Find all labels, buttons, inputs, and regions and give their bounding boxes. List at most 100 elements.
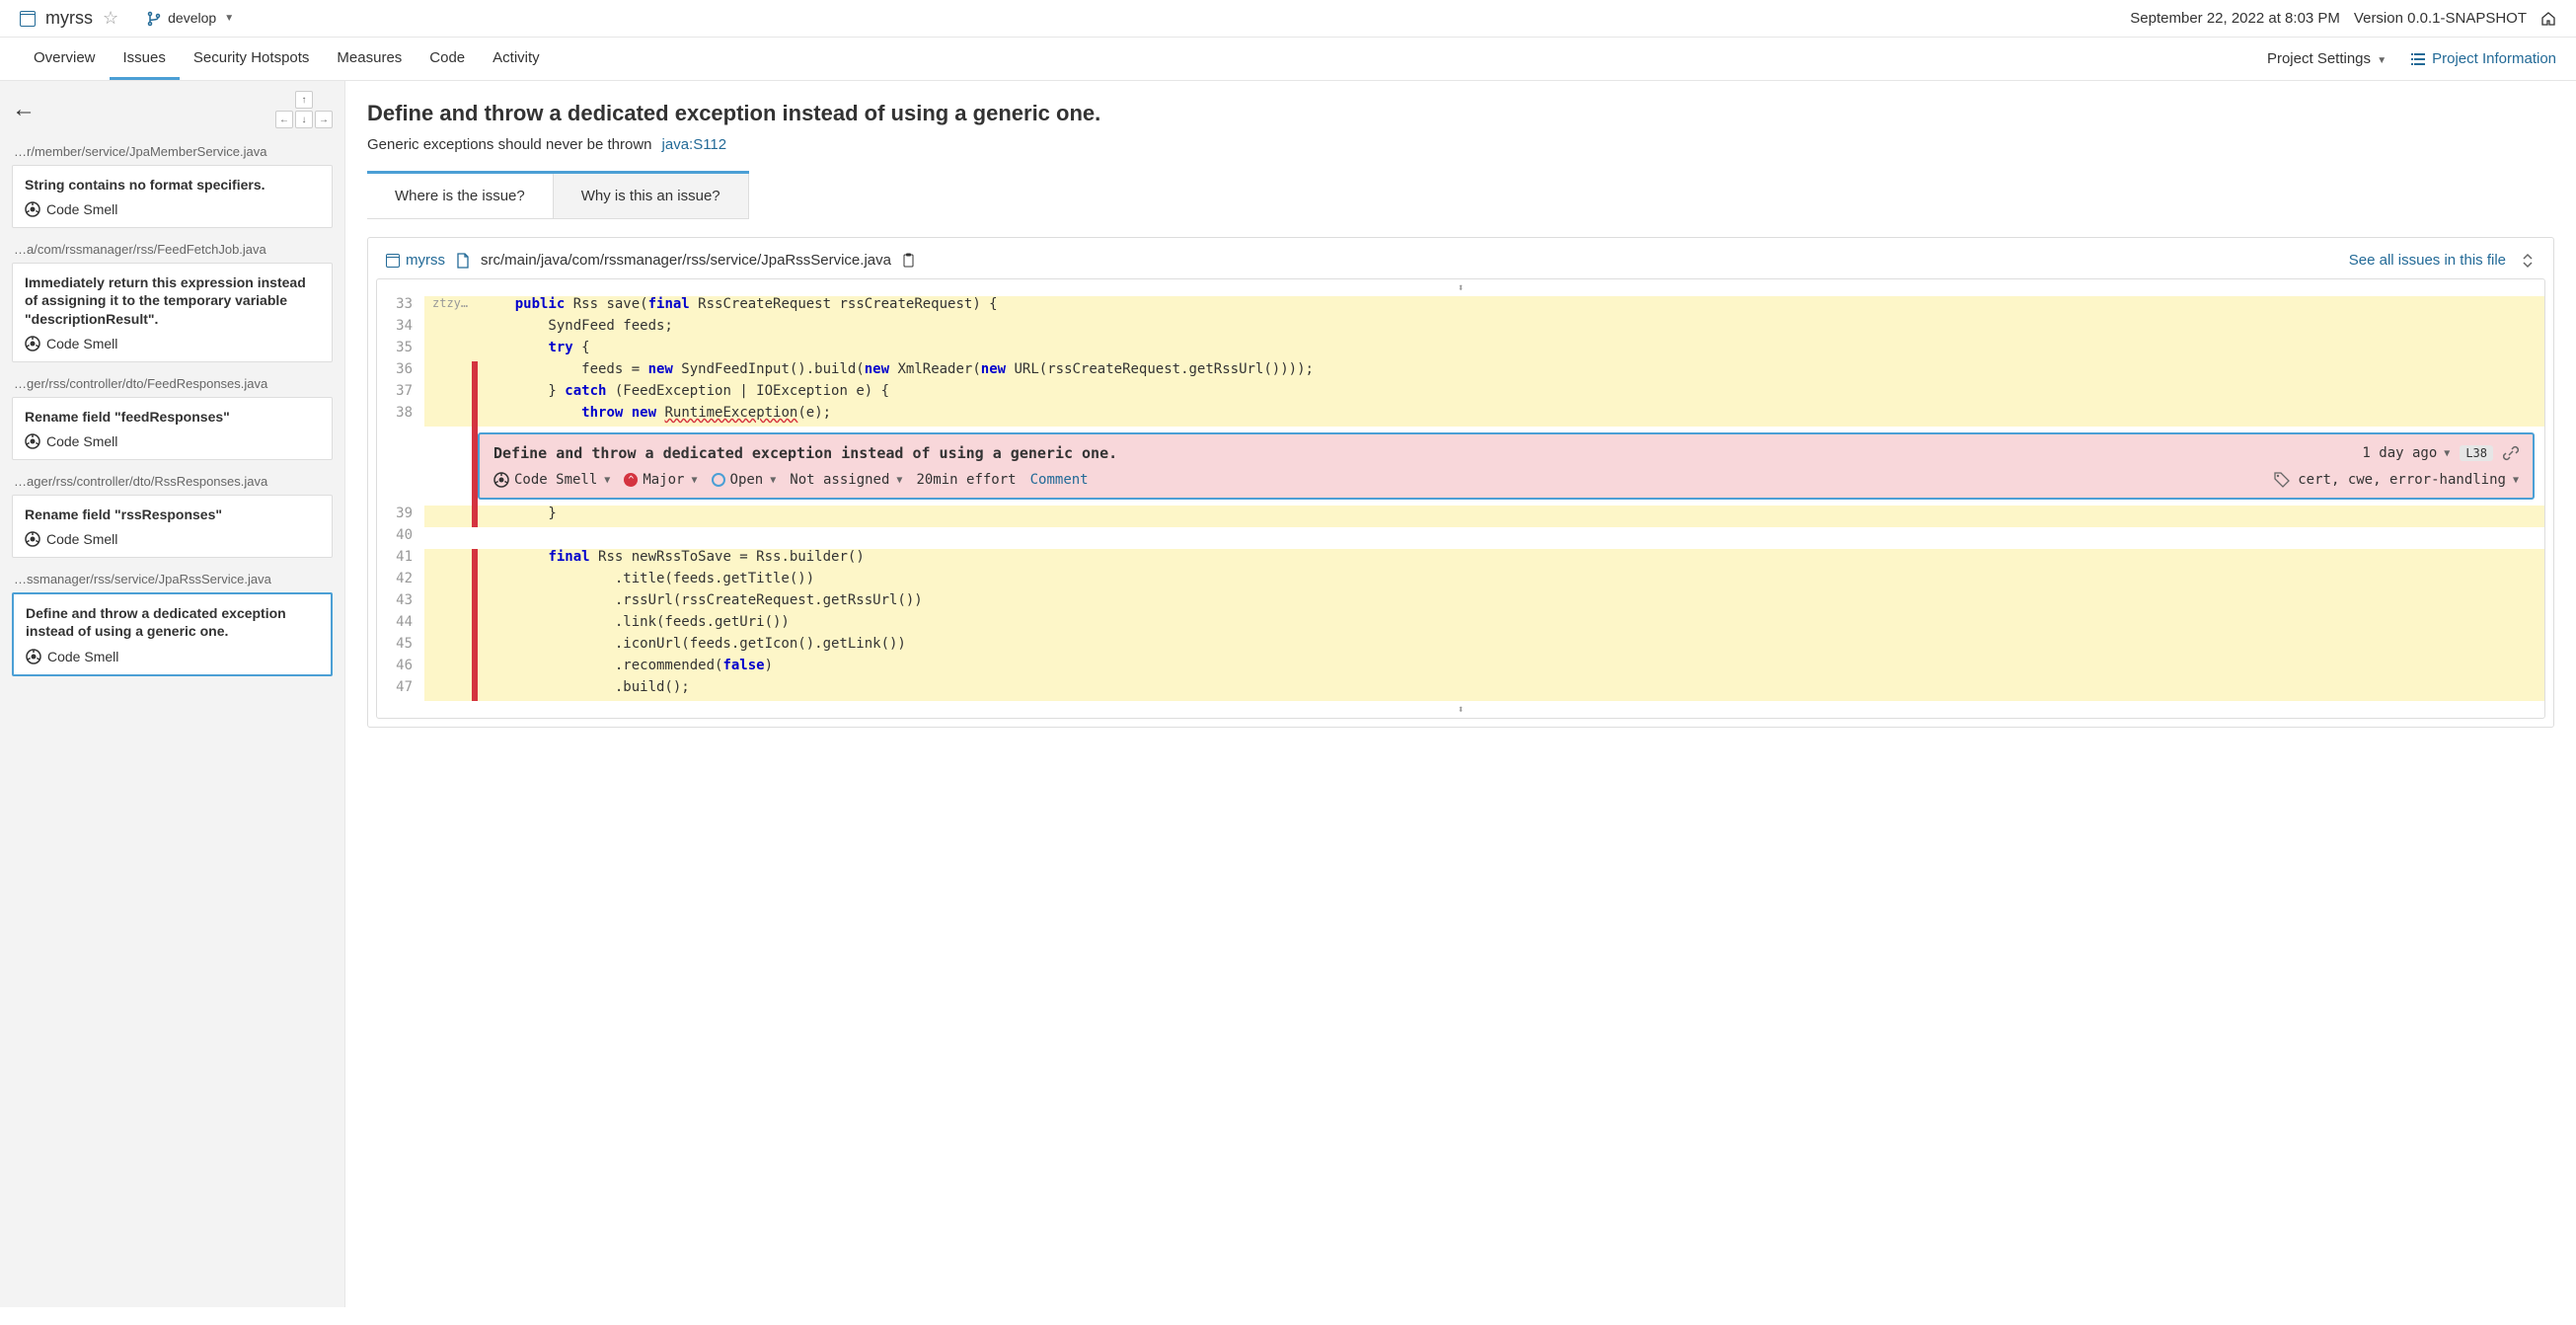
- file-path[interactable]: …ssmanager/rss/service/JpaRssService.jav…: [12, 568, 333, 592]
- file-path[interactable]: …ager/rss/controller/dto/RssResponses.ja…: [12, 470, 333, 495]
- breadcrumb-file-path[interactable]: src/main/java/com/rssmanager/rss/service…: [481, 252, 891, 269]
- tab-security-hotspots[interactable]: Security Hotspots: [180, 38, 324, 80]
- favorite-star-icon[interactable]: ☆: [103, 8, 118, 29]
- status-dropdown[interactable]: Open▼: [712, 472, 777, 488]
- tab-measures[interactable]: Measures: [323, 38, 416, 80]
- rule-id-link[interactable]: java:S112: [662, 136, 727, 153]
- analysis-timestamp: September 22, 2022 at 8:03 PM: [2130, 10, 2340, 27]
- issue-type-row: Code Smell: [25, 433, 320, 449]
- file-icon: [455, 252, 471, 269]
- back-arrow-icon[interactable]: ←: [12, 96, 36, 123]
- project-icon: [20, 11, 36, 27]
- issue-heading: Define and throw a dedicated exception i…: [367, 101, 2554, 126]
- issue-detail-tabs: Where is the issue? Why is this an issue…: [367, 171, 749, 219]
- issue-title: String contains no format specifiers.: [25, 176, 320, 194]
- issue-title: Rename field "feedResponses": [25, 408, 320, 426]
- issue-type-row: Code Smell: [26, 649, 319, 664]
- issue-type-label: Code Smell: [47, 649, 118, 664]
- issue-type-label: Code Smell: [46, 201, 117, 217]
- code-smell-icon: [26, 649, 41, 664]
- tab-activity[interactable]: Activity: [479, 38, 554, 80]
- status-open-icon: [712, 473, 725, 487]
- project-settings-dropdown[interactable]: Project Settings ▼: [2267, 50, 2387, 67]
- see-all-issues-link[interactable]: See all issues in this file: [2349, 252, 2506, 269]
- file-group: …ger/rss/controller/dto/FeedResponses.ja…: [12, 372, 333, 460]
- inline-issue-title: Define and throw a dedicated exception i…: [493, 444, 1117, 462]
- breadcrumb-project-label: myrss: [406, 252, 445, 269]
- code-block: ⬍ 33ztzy… public Rss save(final RssCreat…: [376, 278, 2545, 719]
- keyboard-nav-hints: ↑ ← ↓ →: [275, 91, 333, 128]
- project-information-link[interactable]: Project Information: [2410, 50, 2556, 67]
- issue-card[interactable]: Immediately return this expression inste…: [12, 263, 333, 362]
- project-header-right: September 22, 2022 at 8:03 PM Version 0.…: [2130, 8, 2556, 29]
- issue-type-label: Code Smell: [46, 336, 117, 351]
- issue-type-row: Code Smell: [25, 201, 320, 217]
- permalink-icon[interactable]: [2503, 445, 2519, 461]
- key-left: ←: [275, 111, 293, 128]
- issue-type-row: Code Smell: [25, 336, 320, 351]
- issues-sidebar: ← ↑ ← ↓ → …r/member/service/JpaMemberSer…: [0, 81, 345, 1307]
- chevron-down-icon: ▼: [224, 13, 234, 24]
- home-icon[interactable]: [2540, 8, 2556, 29]
- issue-type-label: Code Smell: [46, 433, 117, 449]
- assignee-dropdown[interactable]: Not assigned▼: [790, 472, 902, 488]
- file-group: …r/member/service/JpaMemberService.java …: [12, 140, 333, 228]
- file-path[interactable]: …a/com/rssmanager/rss/FeedFetchJob.java: [12, 238, 333, 263]
- code-smell-icon: [25, 201, 40, 217]
- branch-name: develop: [168, 10, 216, 26]
- expand-icon[interactable]: [2520, 252, 2536, 269]
- file-path[interactable]: …r/member/service/JpaMemberService.java: [12, 140, 333, 165]
- project-header-left: myrss ☆ develop ▼: [20, 8, 234, 29]
- project-nav: Overview Issues Security Hotspots Measur…: [0, 38, 2576, 81]
- tab-code[interactable]: Code: [416, 38, 479, 80]
- expand-below[interactable]: ⬍: [377, 701, 2544, 718]
- issue-title: Define and throw a dedicated exception i…: [26, 604, 319, 640]
- main-layout: ← ↑ ← ↓ → …r/member/service/JpaMemberSer…: [0, 81, 2576, 1307]
- code-breadcrumb: myrss src/main/java/com/rssmanager/rss/s…: [376, 246, 2545, 278]
- project-settings-label: Project Settings: [2267, 50, 2371, 67]
- rule-description: Generic exceptions should never be throw…: [367, 136, 652, 153]
- expand-above[interactable]: ⬍: [377, 279, 2544, 296]
- issue-card-selected[interactable]: Define and throw a dedicated exception i…: [12, 592, 333, 675]
- sidebar-toolbar: ← ↑ ← ↓ →: [12, 91, 333, 128]
- code-smell-icon: [25, 531, 40, 547]
- code-smell-icon: [493, 472, 509, 488]
- inline-issue-box: Define and throw a dedicated exception i…: [478, 432, 2535, 500]
- rule-row: Generic exceptions should never be throw…: [367, 136, 2554, 153]
- tags-dropdown[interactable]: cert, cwe, error-handling▼: [2298, 472, 2519, 488]
- branch-selector[interactable]: develop ▼: [146, 10, 234, 27]
- key-right: →: [315, 111, 333, 128]
- line-badge: L38: [2460, 445, 2493, 461]
- code-smell-icon: [25, 433, 40, 449]
- project-information-label: Project Information: [2432, 50, 2556, 67]
- breadcrumb-project[interactable]: myrss: [386, 252, 445, 269]
- project-name[interactable]: myrss: [45, 8, 93, 29]
- severity-major-icon: ^: [624, 473, 638, 487]
- tab-overview[interactable]: Overview: [20, 38, 110, 80]
- file-path[interactable]: …ger/rss/controller/dto/FeedResponses.ja…: [12, 372, 333, 397]
- issue-title: Immediately return this expression inste…: [25, 273, 320, 328]
- tab-why[interactable]: Why is this an issue?: [554, 174, 749, 218]
- severity-dropdown[interactable]: ^ Major▼: [624, 472, 697, 488]
- project-nav-right: Project Settings ▼ Project Information: [2267, 50, 2556, 67]
- issue-type-label: Code Smell: [46, 531, 117, 547]
- clipboard-icon[interactable]: [901, 252, 917, 269]
- issue-type-dropdown[interactable]: Code Smell▼: [493, 472, 610, 488]
- tab-issues[interactable]: Issues: [110, 38, 180, 80]
- issue-type-row: Code Smell: [25, 531, 320, 547]
- chevron-down-icon: ▼: [2377, 55, 2387, 66]
- key-up: ↑: [295, 91, 313, 109]
- list-icon: [2410, 50, 2426, 67]
- project-header: myrss ☆ develop ▼ September 22, 2022 at …: [0, 0, 2576, 38]
- issue-card[interactable]: Rename field "feedResponses" Code Smell: [12, 397, 333, 460]
- issue-card[interactable]: String contains no format specifiers. Co…: [12, 165, 333, 228]
- tab-where[interactable]: Where is the issue?: [367, 174, 554, 218]
- file-group: …a/com/rssmanager/rss/FeedFetchJob.java …: [12, 238, 333, 362]
- effort-label: 20min effort: [916, 472, 1016, 488]
- comment-link[interactable]: Comment: [1030, 472, 1089, 488]
- code-panel: myrss src/main/java/com/rssmanager/rss/s…: [367, 237, 2554, 728]
- issue-card[interactable]: Rename field "rssResponses" Code Smell: [12, 495, 333, 558]
- code-smell-icon: [25, 336, 40, 351]
- issue-age-dropdown[interactable]: 1 day ago▼: [2362, 445, 2450, 461]
- project-icon: [386, 254, 400, 268]
